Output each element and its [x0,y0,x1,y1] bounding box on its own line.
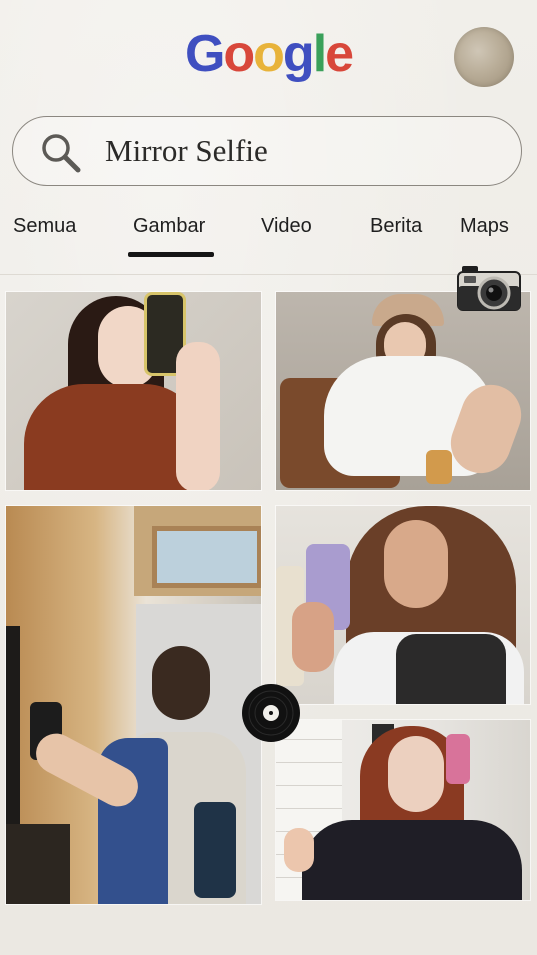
result-image-3[interactable] [6,506,261,904]
camera-sticker-icon [457,266,521,311]
logo-letter: o [253,25,285,83]
result-image-5[interactable] [276,720,530,900]
logo-letter: g [282,25,315,83]
result-image-2[interactable] [276,292,530,490]
tab-semua[interactable]: Semua [13,212,76,240]
logo-letter: o [223,25,255,83]
result-image-4[interactable] [276,506,530,704]
search-icon[interactable] [39,131,83,175]
search-tabs: Semua Gambar Video Berita Maps [0,212,537,262]
logo-letter: G [184,25,225,83]
vinyl-record-icon [242,684,300,742]
logo-letter: l [312,25,328,83]
active-tab-indicator [128,252,214,257]
result-image-1[interactable] [6,292,261,490]
search-input[interactable] [105,127,485,175]
profile-avatar[interactable] [454,27,514,87]
tab-maps[interactable]: Maps [460,212,509,240]
tab-video[interactable]: Video [261,212,312,240]
search-bar[interactable] [12,116,522,186]
tab-berita[interactable]: Berita [370,212,422,240]
logo-letter: e [325,25,354,83]
tab-gambar[interactable]: Gambar [133,212,205,240]
